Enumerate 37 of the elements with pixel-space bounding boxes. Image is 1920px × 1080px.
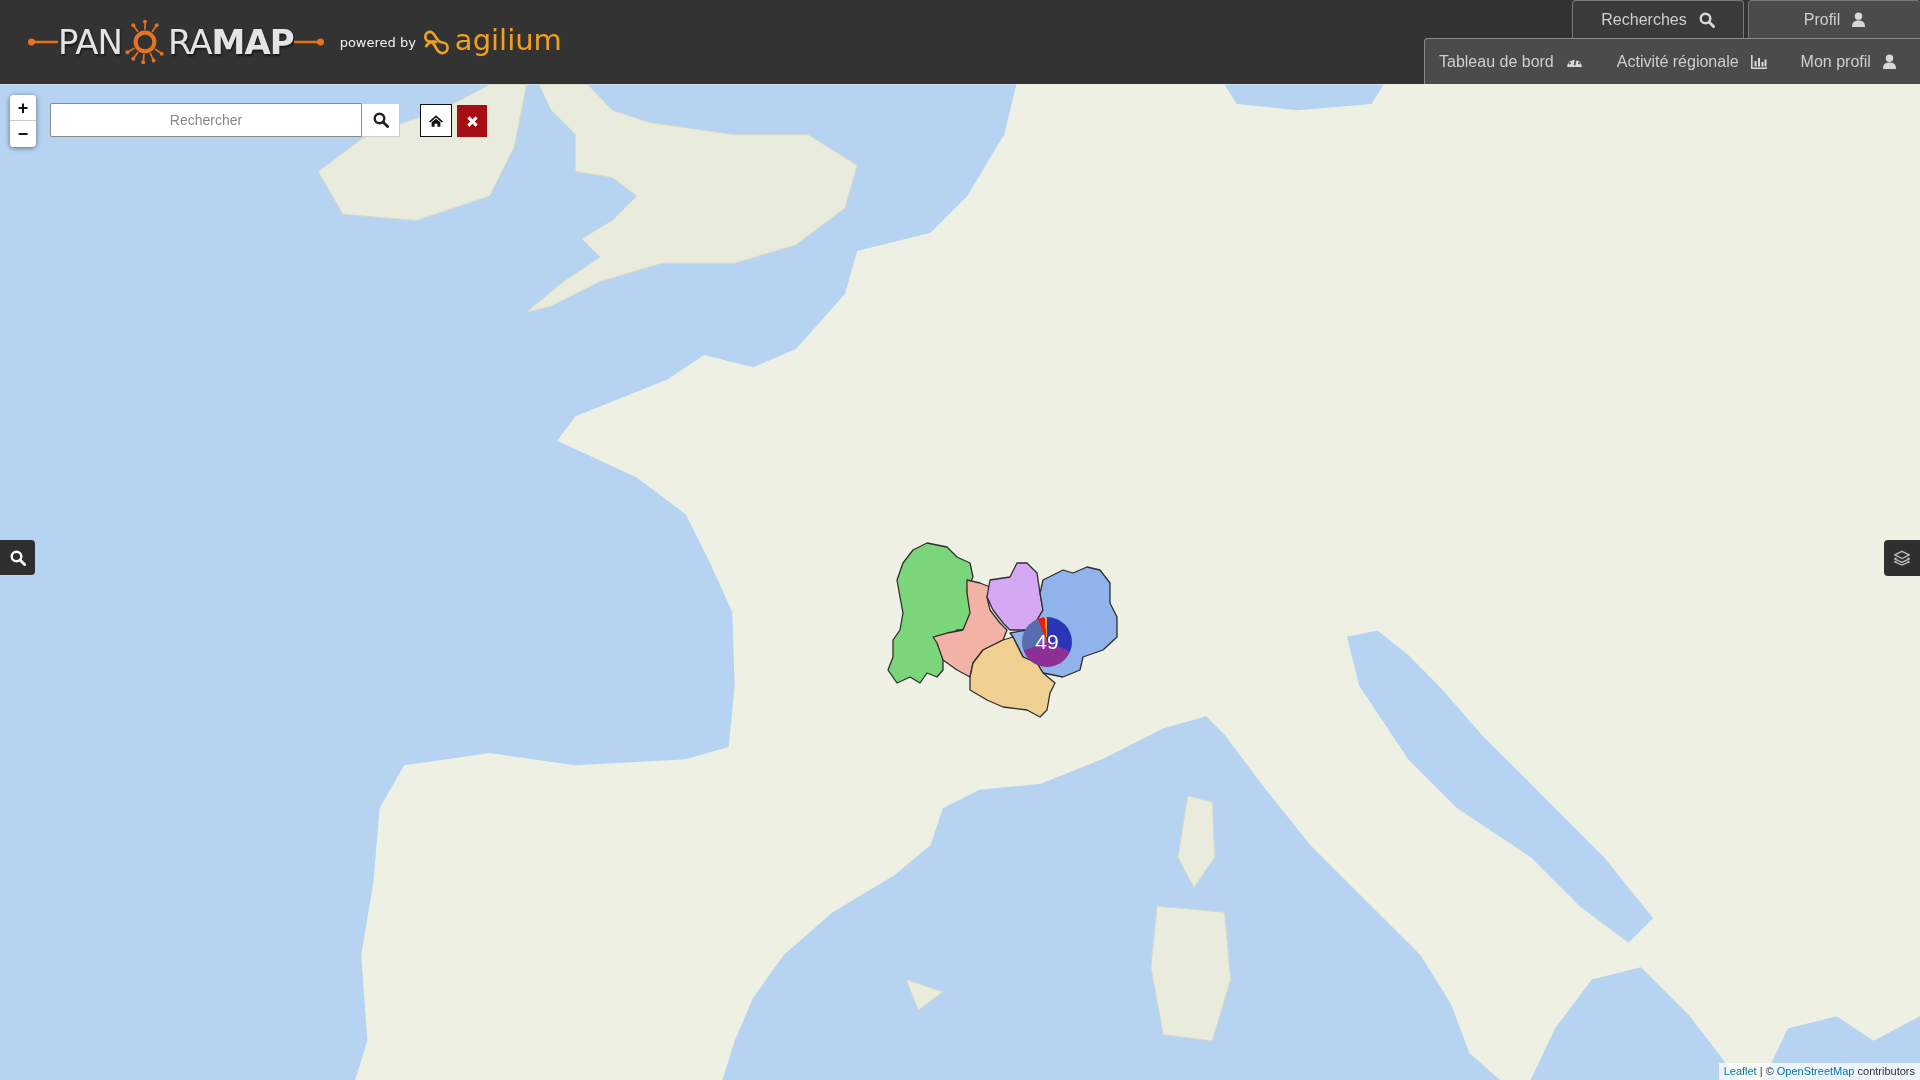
search-panel-button[interactable] [0,540,35,575]
region-shape[interactable] [887,542,974,684]
region-shape[interactable] [969,636,1056,718]
brand-name: agilium [454,25,562,59]
search-icon [1698,11,1715,28]
search-icon [372,112,389,128]
layers-button[interactable] [1884,540,1920,576]
bar-chart-icon [1750,53,1767,70]
home-icon [429,114,443,127]
logo-text: PAN [58,25,123,59]
search-icon [9,549,26,566]
search-field[interactable]: Rechercher [50,103,362,137]
menu-link[interactable]: Tableau de bord [1439,52,1583,71]
attribution-link[interactable]: OpenStreetMap [1776,1065,1855,1077]
search-button[interactable] [362,103,400,137]
loop-logo-icon [421,28,452,56]
attribution-text: Leaflet | © OpenStreetMap contributors [1718,1063,1920,1080]
zoom-out-button[interactable]: − [10,121,36,147]
user-icon [1882,54,1896,69]
home-button[interactable] [420,104,452,137]
island-shape [905,979,944,1011]
close-icon [466,115,478,127]
zoom-in-button[interactable]: + [10,95,36,121]
nav-tab[interactable]: Recherches [1572,0,1744,38]
logo-line-icon [293,38,324,46]
powered-by-text: powered by [339,34,416,50]
attribution-link[interactable]: Leaflet [1723,1065,1757,1077]
close-button[interactable] [457,105,487,137]
region-shape[interactable] [986,562,1044,631]
menu-link[interactable]: Activité régionale [1616,52,1767,71]
region-shape[interactable] [932,579,1008,678]
nav-tab[interactable]: Profil [1748,0,1920,38]
logo-line-icon [28,38,58,46]
user-icon [1852,12,1866,27]
menu-link[interactable]: Mon profil [1800,52,1896,71]
layers-icon [1894,550,1910,566]
logo-text: RAMAP [168,25,294,59]
